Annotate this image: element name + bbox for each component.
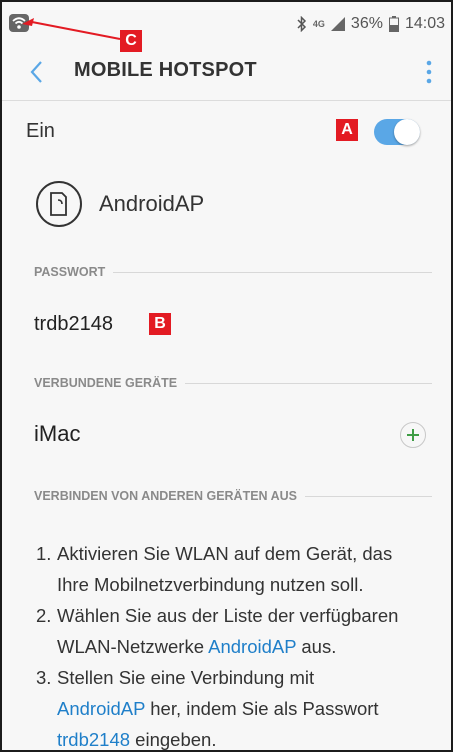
connected-devices-header: VERBUNDENE GERÄTE xyxy=(34,376,432,390)
app-bar-divider xyxy=(2,100,451,101)
password-link: trdb2148 xyxy=(57,729,131,750)
network-name-link: AndroidAP xyxy=(57,698,146,719)
app-bar: MOBILE HOTSPOT xyxy=(2,44,451,100)
battery-percent: 36% xyxy=(350,15,383,32)
signal-icon xyxy=(330,17,345,31)
connect-instructions-header: VERBINDEN VON ANDEREN GERÄTEN AUS xyxy=(34,489,432,503)
annotation-badge-b: B xyxy=(149,313,171,335)
more-options-icon[interactable] xyxy=(425,58,433,86)
battery-icon xyxy=(388,16,399,32)
page-title: MOBILE HOTSPOT xyxy=(74,59,257,81)
clock: 14:03 xyxy=(404,15,445,32)
network-name-link: AndroidAP xyxy=(208,636,297,657)
back-arrow-icon[interactable] xyxy=(26,58,48,86)
password-section-header: PASSWORT xyxy=(34,265,432,279)
network-name[interactable]: AndroidAP xyxy=(99,191,204,217)
list-item: 1. Aktivieren Sie WLAN auf dem Gerät, da… xyxy=(36,543,393,595)
hotspot-toggle[interactable] xyxy=(374,119,420,145)
status-icons: 4G 36% 14:03 xyxy=(297,15,445,33)
password-value[interactable]: trdb2148 xyxy=(34,313,113,336)
list-item: 2. Wählen Sie aus der Liste der verfügba… xyxy=(36,605,399,657)
hotspot-device-icon xyxy=(36,181,82,227)
phone-screen: 4G 36% 14:03 C MOBILE HOTSPOT Ein A Andr… xyxy=(0,0,453,752)
connected-device-imac[interactable]: iMac xyxy=(34,421,80,447)
annotation-badge-a: A xyxy=(336,119,358,141)
list-item: 3. Stellen Sie eine Verbindung mit Andro… xyxy=(36,667,379,750)
add-device-button[interactable] xyxy=(400,422,426,448)
network-type: 4G xyxy=(312,19,325,29)
hotspot-switch-label: Ein xyxy=(26,120,55,142)
toggle-knob xyxy=(394,119,420,145)
bluetooth-icon xyxy=(297,16,306,32)
instructions-list: 1. Aktivieren Sie WLAN auf dem Gerät, da… xyxy=(36,538,436,750)
